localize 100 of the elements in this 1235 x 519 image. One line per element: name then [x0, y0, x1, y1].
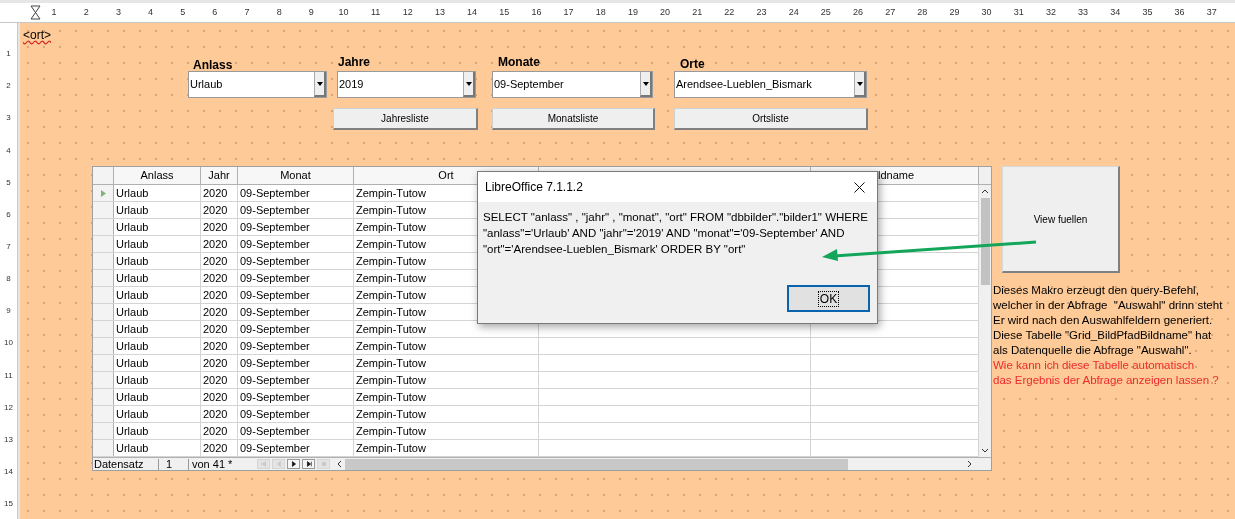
table-cell: 2020 [201, 355, 238, 371]
view-button[interactable]: View fuellen [1002, 166, 1120, 273]
ruler-number: 24 [788, 8, 799, 17]
column-header[interactable]: Monat [238, 167, 354, 184]
row-header[interactable] [93, 219, 114, 235]
table-cell: 09-September [238, 219, 354, 235]
dropdown-button[interactable] [463, 72, 475, 97]
row-header[interactable] [93, 185, 114, 201]
ruler-number: 3 [6, 114, 11, 123]
table-cell: Zempin-Tutow [354, 389, 539, 405]
ruler-number: 6 [212, 8, 218, 17]
table-cell: 09-September [238, 440, 354, 456]
row-header[interactable] [93, 304, 114, 320]
caret-icon [465, 81, 472, 86]
table-cell: 2020 [201, 440, 238, 456]
table-cell: 09-September [238, 253, 354, 269]
close-icon[interactable] [854, 181, 865, 193]
caret-icon [642, 81, 649, 86]
row-header[interactable] [93, 253, 114, 269]
table-cell: 09-September [238, 185, 354, 201]
ruler-number: 4 [148, 8, 154, 17]
table-cell: 2020 [201, 406, 238, 422]
previous-record-icon [274, 460, 283, 468]
row-header[interactable] [93, 440, 114, 456]
table-cell: 2020 [201, 219, 238, 235]
table-cell: 2020 [201, 321, 238, 337]
table-cell: 09-September [238, 423, 354, 439]
table-cell: 2020 [201, 372, 238, 388]
table-cell: Urlaub [114, 236, 201, 252]
ruler-number: 21 [692, 8, 703, 17]
dropdown-button[interactable] [314, 72, 326, 97]
ruler-number: 16 [531, 8, 542, 17]
ruler-number: 11 [4, 371, 13, 380]
table-cell: Urlaub [114, 202, 201, 218]
row-header[interactable] [93, 338, 114, 354]
row-header[interactable] [93, 423, 114, 439]
ruler-number: 14 [467, 8, 478, 17]
table-cell: Urlaub [114, 270, 201, 286]
caret-icon [316, 81, 323, 86]
dropdown-button[interactable] [640, 72, 652, 97]
dropdown-field[interactable]: 2019 [337, 71, 476, 98]
ruler-number: 13 [434, 8, 445, 17]
table-cell: Urlaub [114, 372, 201, 388]
scroll-down-icon [981, 448, 989, 453]
field-value: Urlaub [189, 77, 224, 93]
list-button[interactable]: Jahresliste [333, 108, 478, 130]
row-header[interactable] [93, 355, 114, 371]
ruler-number: 26 [852, 8, 863, 17]
row-header[interactable] [93, 287, 114, 303]
table-cell: 09-September [238, 202, 354, 218]
ruler-number: 12 [402, 8, 413, 17]
row-header[interactable] [93, 202, 114, 218]
dropdown-button[interactable] [854, 72, 866, 97]
ruler-number: 15 [499, 8, 510, 17]
scrollbar-header [979, 167, 991, 184]
field-value: 2019 [338, 77, 365, 93]
list-button[interactable]: Monatsliste [492, 108, 655, 130]
column-header[interactable]: Anlass [114, 167, 201, 184]
ruler-number: 5 [180, 8, 186, 17]
dropdown-field[interactable]: 09-September [492, 71, 653, 98]
ruler-number: 30 [981, 8, 992, 17]
list-button[interactable]: Ortsliste [674, 108, 868, 130]
ruler-number: 22 [724, 8, 735, 17]
table-cell: 2020 [201, 270, 238, 286]
dropdown-field[interactable]: Urlaub [188, 71, 327, 98]
caret-icon [856, 81, 863, 86]
last-record-button[interactable] [302, 459, 315, 469]
row-header[interactable] [93, 406, 114, 422]
row-header[interactable] [93, 389, 114, 405]
next-record-button[interactable] [287, 459, 300, 469]
table-cell: 2020 [201, 287, 238, 303]
ok-button[interactable]: OK [787, 285, 870, 312]
table-cell: Urlaub [114, 287, 201, 303]
row-header[interactable] [93, 270, 114, 286]
scrollbar-thumb[interactable] [980, 198, 990, 285]
field-label: Jahre [338, 54, 371, 71]
ruler-number: 36 [1174, 8, 1185, 17]
table-cell: 09-September [238, 236, 354, 252]
field-label: Anlass [193, 57, 233, 74]
table-cell: Urlaub [114, 321, 201, 337]
new-record-icon [319, 460, 328, 468]
dropdown-field[interactable]: Arendsee-Lueblen_Bismark [674, 71, 867, 98]
ruler-number: 28 [917, 8, 928, 17]
table-cell: Urlaub [114, 423, 201, 439]
scrollbar-thumb[interactable] [345, 458, 848, 470]
table-cell: 2020 [201, 202, 238, 218]
row-header[interactable] [93, 321, 114, 337]
field-value: 09-September [493, 77, 565, 93]
table-cell: Urlaub [114, 304, 201, 320]
row-header[interactable] [93, 372, 114, 388]
field-value: Arendsee-Lueblen_Bismark [675, 77, 813, 93]
table-cell: 2020 [201, 338, 238, 354]
table-cell: 09-September [238, 304, 354, 320]
column-header[interactable]: Jahr [201, 167, 238, 184]
row-header[interactable] [93, 236, 114, 252]
ruler-number: 10 [4, 339, 13, 348]
vertical-scrollbar[interactable] [979, 185, 991, 457]
record-count: von 41 * [191, 458, 234, 470]
table-cell: Zempin-Tutow [354, 423, 539, 439]
record-label: Datensatz [93, 458, 159, 470]
